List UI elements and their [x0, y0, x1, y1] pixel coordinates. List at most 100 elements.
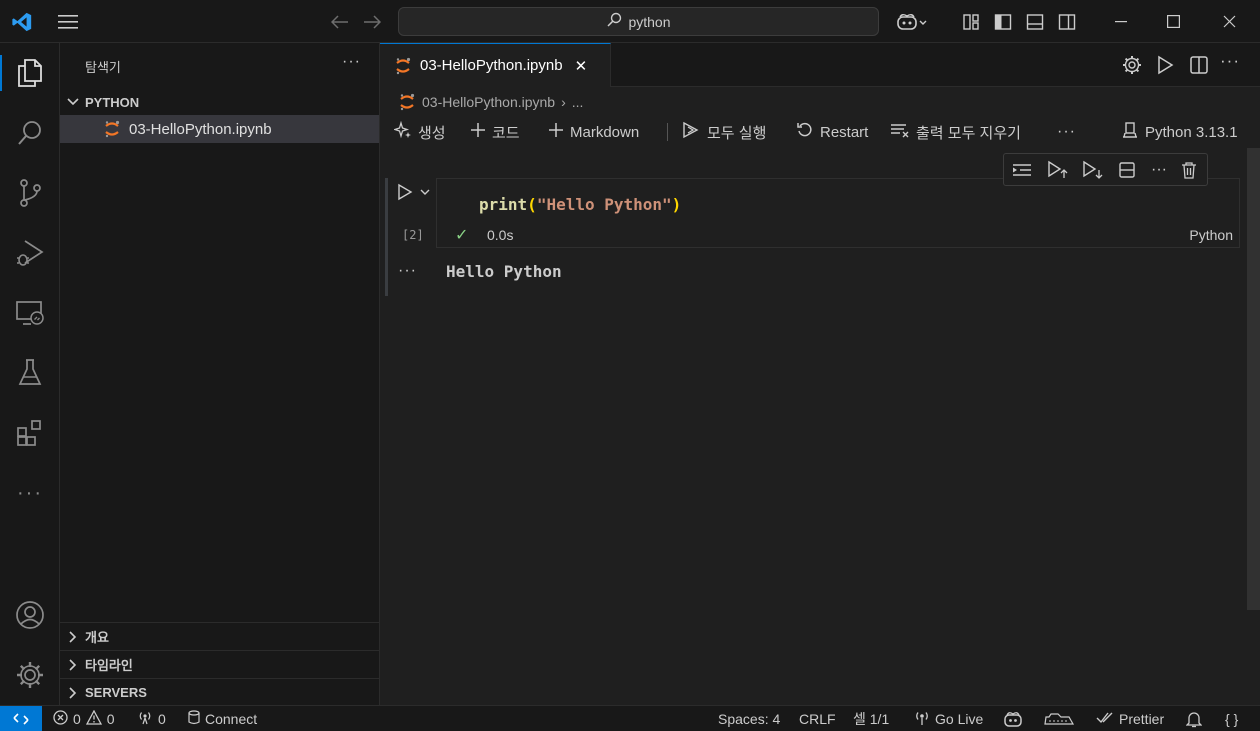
run-below-icon[interactable]: [1077, 154, 1107, 185]
more-icon[interactable]: ···: [0, 469, 60, 517]
execution-count: [2]: [402, 228, 424, 242]
clear-outputs-label: 출력 모두 지우기: [916, 124, 1021, 142]
source-control-icon[interactable]: [0, 169, 60, 217]
section-outline[interactable]: 개요: [60, 622, 379, 650]
code-paren-open: (: [527, 195, 537, 214]
go-live-button[interactable]: Go Live: [914, 706, 983, 731]
cell-more-icon[interactable]: ···: [1144, 154, 1174, 185]
eol-indicator[interactable]: CRLF: [799, 706, 836, 731]
breadcrumb-more[interactable]: ...: [572, 94, 584, 110]
output-more-icon[interactable]: ···: [398, 262, 417, 280]
editor-tab[interactable]: 03-HelloPython.ipynb ✕: [380, 43, 611, 87]
run-all-icon: [681, 121, 701, 143]
connect-button[interactable]: Connect: [188, 706, 257, 731]
execute-above-icon[interactable]: [1007, 154, 1037, 185]
indentation-indicator[interactable]: Spaces: 4: [718, 706, 780, 731]
section-timeline[interactable]: 타임라인: [60, 650, 379, 678]
manage-gear-icon[interactable]: [0, 651, 60, 699]
cell-language[interactable]: Python: [1189, 227, 1233, 243]
generate-label: 생성: [418, 124, 446, 142]
clear-all-icon: [890, 122, 910, 142]
search-icon: [606, 12, 622, 31]
toggle-secondary-sidebar-icon[interactable]: [1054, 0, 1080, 43]
run-debug-icon[interactable]: [0, 229, 60, 277]
notebook-toolbar: 생성 코드 Markdown 모두 실행 Restart 출력 모두 지우기 ·…: [380, 118, 1260, 146]
breadcrumb: 03-HelloPython.ipynb › ...: [398, 92, 583, 112]
layout-customize-icon[interactable]: [958, 0, 984, 43]
more-actions-icon[interactable]: ···: [1220, 51, 1240, 71]
command-center-search[interactable]: python: [398, 7, 879, 36]
sidebar-title: 탐색기: [85, 60, 121, 75]
add-markdown-cell-button[interactable]: Markdown: [548, 118, 639, 146]
accounts-icon[interactable]: [0, 591, 60, 639]
code-cell-editor[interactable]: print("Hello Python") ✓ 0.0s Python: [436, 178, 1240, 248]
code-function: print: [479, 195, 528, 214]
notebook-settings-gear-icon[interactable]: [1122, 55, 1142, 78]
toolbar-divider: [667, 123, 668, 141]
ports-indicator[interactable]: 0: [137, 706, 166, 731]
cell-output-text: Hello Python: [446, 262, 562, 281]
notifications-bell-icon[interactable]: [1186, 706, 1202, 731]
extensions-icon[interactable]: [0, 409, 60, 457]
copilot-icon[interactable]: [890, 0, 934, 43]
delete-cell-trash-icon[interactable]: [1174, 154, 1204, 185]
restart-icon: [796, 121, 814, 143]
problems-indicator[interactable]: 0 0: [53, 706, 115, 731]
tab-label: 03-HelloPython.ipynb: [420, 57, 563, 74]
run-notebook-icon[interactable]: [1156, 55, 1174, 78]
restart-label: Restart: [820, 123, 869, 141]
minimize-icon[interactable]: [1098, 0, 1144, 43]
toggle-panel-icon[interactable]: [1022, 0, 1048, 43]
code-string: "Hello Python": [536, 195, 672, 214]
cell-position-indicator[interactable]: 셀 1/1: [853, 706, 889, 731]
folder-header[interactable]: PYTHON: [60, 91, 379, 113]
broadcast-icon: [137, 710, 153, 728]
breadcrumb-file[interactable]: 03-HelloPython.ipynb: [422, 94, 555, 110]
copilot-status-icon[interactable]: [1003, 706, 1023, 731]
generate-button[interactable]: 생성: [392, 118, 446, 146]
code-line: print("Hello Python"): [479, 195, 681, 214]
file-item[interactable]: 03-HelloPython.ipynb: [60, 115, 379, 143]
forward-arrow-icon[interactable]: [358, 0, 386, 43]
search-icon[interactable]: [0, 109, 60, 157]
restart-button[interactable]: Restart: [796, 118, 868, 146]
plus-icon: [548, 122, 564, 142]
success-check-icon: ✓: [455, 227, 469, 244]
close-icon[interactable]: [1206, 0, 1252, 43]
explorer-sidebar: 탐색기 ··· PYTHON 03-HelloPython.ipynb 개요 타…: [60, 43, 380, 705]
toolbar-more[interactable]: ···: [1057, 118, 1076, 146]
breadcrumb-separator: ›: [561, 94, 566, 110]
split-cell-icon[interactable]: [1112, 154, 1142, 185]
testing-icon[interactable]: [0, 349, 60, 397]
plus-icon: [470, 122, 486, 142]
folder-name: PYTHON: [85, 94, 140, 110]
section-servers[interactable]: SERVERS: [60, 678, 379, 706]
split-editor-icon[interactable]: [1189, 55, 1209, 78]
cell-focus-indicator: [385, 178, 388, 296]
remote-indicator-icon[interactable]: [0, 706, 42, 731]
run-cell-icon[interactable]: [395, 182, 415, 202]
add-code-cell-button[interactable]: 코드: [470, 118, 520, 146]
cell-toolbar: ···: [1003, 153, 1208, 186]
editor-scrollbar[interactable]: [1247, 148, 1260, 610]
back-arrow-icon[interactable]: [326, 0, 354, 43]
run-all-button[interactable]: 모두 실행: [681, 118, 766, 146]
execution-duration: 0.0s: [487, 227, 514, 243]
language-status-braces[interactable]: { }: [1225, 706, 1238, 731]
kernel-picker[interactable]: Python 3.13.1: [1121, 118, 1238, 146]
activity-bar: ···: [0, 43, 60, 705]
maximize-icon[interactable]: [1150, 0, 1196, 43]
sidebar-more-actions[interactable]: ···: [342, 53, 361, 71]
explorer-icon[interactable]: [0, 49, 60, 97]
prettier-button[interactable]: Prettier: [1096, 706, 1164, 731]
editor-tab-bar: 03-HelloPython.ipynb ✕ ···: [380, 43, 1260, 87]
run-above-icon[interactable]: [1042, 154, 1072, 185]
menu-icon[interactable]: [52, 0, 84, 43]
sqltools-icon[interactable]: [1043, 706, 1075, 731]
toggle-primary-sidebar-icon[interactable]: [990, 0, 1016, 43]
clear-outputs-button[interactable]: 출력 모두 지우기: [890, 118, 1021, 146]
tab-close-icon[interactable]: ✕: [575, 57, 588, 75]
kernel-icon: [1121, 121, 1139, 143]
run-options-chevron-icon[interactable]: [418, 185, 432, 199]
remote-explorer-icon[interactable]: [0, 289, 60, 337]
